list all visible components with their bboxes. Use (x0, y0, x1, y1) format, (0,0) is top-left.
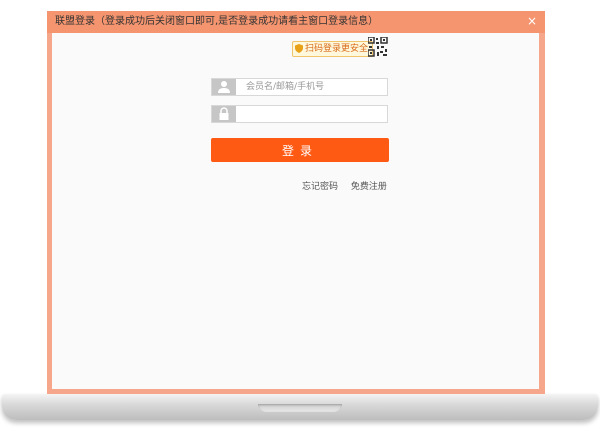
window-title: 联盟登录（登录成功后关闭窗口即可,是否登录成功请看主窗口登录信息） (55, 16, 379, 27)
forgot-password-link[interactable]: 忘记密码 (302, 182, 338, 192)
username-input[interactable] (238, 79, 392, 95)
auxiliary-links: 忘记密码 免费注册 (302, 179, 387, 192)
username-field[interactable] (211, 78, 392, 96)
user-icon (212, 79, 236, 95)
shield-icon (295, 44, 303, 53)
qr-code-icon[interactable] (368, 37, 388, 57)
login-panel: 扫码登录更安全 会员名/邮箱/手机号 登录 忘记密码 免费注册 (52, 33, 539, 389)
qr-login-tip[interactable]: 扫码登录更安全 (292, 41, 374, 57)
laptop-notch (258, 404, 342, 412)
password-field[interactable] (211, 105, 392, 123)
lock-icon (212, 106, 236, 122)
register-link[interactable]: 免费注册 (351, 182, 387, 192)
login-window: 联盟登录（登录成功后关闭窗口即可,是否登录成功请看主窗口登录信息） × 扫码登录… (47, 11, 545, 394)
window-titlebar: 联盟登录（登录成功后关闭窗口即可,是否登录成功请看主窗口登录信息） (47, 11, 545, 33)
password-input[interactable] (238, 106, 392, 122)
close-button[interactable]: × (525, 14, 539, 28)
login-button[interactable]: 登录 (211, 138, 389, 162)
qr-tip-label: 扫码登录更安全 (305, 44, 369, 54)
